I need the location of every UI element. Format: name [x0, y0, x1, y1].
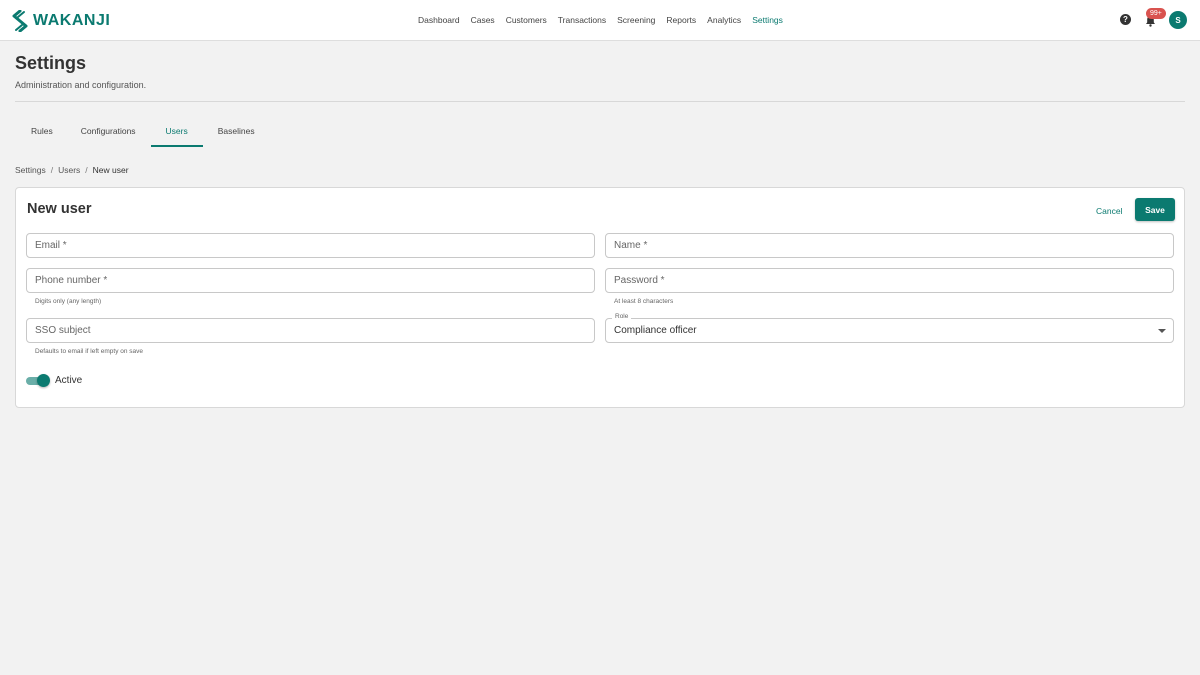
role-value: Compliance officer [614, 325, 697, 336]
tab-baselines[interactable]: Baselines [203, 118, 270, 147]
sso-subject-input[interactable] [27, 319, 594, 342]
main-nav: Dashboard Cases Customers Transactions S… [418, 15, 794, 25]
header-divider [15, 101, 1185, 102]
tab-configurations[interactable]: Configurations [66, 118, 151, 147]
role-select[interactable]: Role Compliance officer [605, 313, 1174, 343]
active-label: Active [55, 375, 83, 386]
name-input[interactable] [606, 234, 1173, 257]
phone-helper-text: Digits only (any length) [35, 298, 102, 305]
save-button[interactable]: Save [1135, 198, 1175, 221]
sso-field-wrapper [26, 318, 595, 343]
nav-screening[interactable]: Screening [617, 15, 655, 25]
breadcrumb-separator: / [85, 165, 88, 175]
active-toggle[interactable] [26, 374, 50, 388]
card-title: New user [27, 201, 92, 217]
breadcrumb-current: New user [92, 165, 129, 175]
nav-dashboard[interactable]: Dashboard [418, 15, 460, 25]
brand-logo[interactable]: WAKANJI [11, 9, 110, 33]
wakanji-logo-icon [12, 10, 28, 32]
brand-name: WAKANJI [33, 12, 111, 29]
page-title: Settings [15, 53, 87, 73]
user-avatar[interactable]: S [1169, 11, 1187, 29]
nav-transactions[interactable]: Transactions [558, 15, 606, 25]
breadcrumb-users[interactable]: Users [58, 165, 80, 175]
tab-users[interactable]: Users [150, 118, 203, 147]
toggle-thumb [37, 374, 50, 387]
email-input[interactable] [27, 234, 594, 257]
nav-settings[interactable]: Settings [752, 15, 783, 25]
cancel-button[interactable]: Cancel [1088, 200, 1130, 222]
notification-badge: 99+ [1146, 8, 1166, 19]
top-navbar: WAKANJI Dashboard Cases Customers Transa… [0, 0, 1200, 41]
phone-input[interactable] [27, 269, 594, 292]
page-subtitle: Administration and configuration. [15, 80, 147, 90]
password-input[interactable] [606, 269, 1173, 292]
sso-helper-text: Defaults to email if left empty on save [35, 348, 144, 355]
tab-rules[interactable]: Rules [15, 118, 66, 147]
nav-analytics[interactable]: Analytics [707, 15, 741, 25]
password-helper-text: At least 8 characters [614, 298, 674, 305]
role-label: Role [612, 313, 632, 320]
breadcrumb: Settings / Users / New user [15, 165, 129, 175]
breadcrumb-separator: / [50, 165, 54, 175]
name-field-wrapper [605, 233, 1174, 258]
phone-field-wrapper [26, 268, 595, 293]
new-user-card: New user Cancel Save Digits only (any le… [15, 187, 1185, 408]
nav-customers[interactable]: Customers [506, 15, 547, 25]
help-circle-icon[interactable]: ? [1120, 14, 1131, 25]
settings-tabs: Rules Configurations Users Baselines [15, 118, 270, 147]
chevron-down-icon [1158, 329, 1166, 333]
password-field-wrapper [605, 268, 1174, 293]
email-field-wrapper [26, 233, 595, 258]
breadcrumb-settings[interactable]: Settings [15, 165, 46, 175]
nav-cases[interactable]: Cases [471, 15, 495, 25]
nav-reports[interactable]: Reports [666, 15, 696, 25]
